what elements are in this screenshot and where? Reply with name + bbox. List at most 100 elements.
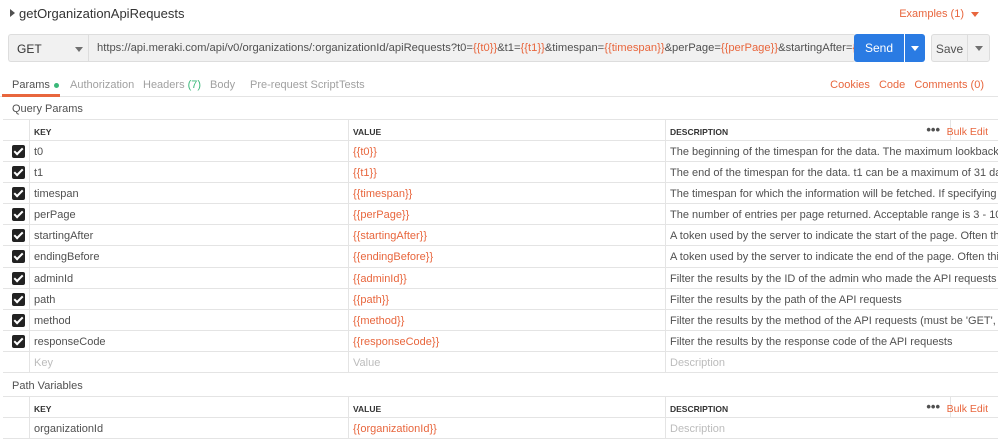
header-value-label: VALUE (353, 127, 382, 137)
param-description[interactable]: The timespan for which the information w… (665, 183, 998, 204)
param-description[interactable]: The number of entries per page returned.… (665, 204, 998, 225)
header-description-label: DESCRIPTION (670, 404, 729, 414)
table-row: t0 {{t0}} The beginning of the timespan fo… (3, 141, 998, 163)
param-description[interactable]: Filter the results by the path of the AP… (665, 288, 998, 309)
param-key[interactable]: path (29, 288, 348, 309)
cookies-link[interactable]: Cookies (830, 79, 870, 91)
save-button[interactable]: Save (931, 34, 967, 62)
param-value[interactable]: {{t1}} (348, 162, 665, 183)
table-header-row: KEY VALUE DESCRIPTION ••• Bulk Edit (3, 120, 998, 141)
param-key[interactable]: t0 (29, 141, 348, 162)
url-variable: {{t1}} (520, 42, 545, 54)
url-text: &t1= (497, 42, 521, 54)
tab-authorization[interactable]: Authorization (70, 79, 134, 91)
more-options-icon[interactable]: ••• (926, 399, 940, 414)
param-key[interactable]: startingAfter (29, 225, 348, 246)
header-value: VALUE (348, 397, 665, 417)
tab-tests[interactable]: Tests (339, 79, 365, 91)
path-variable-key[interactable]: organizationId (29, 418, 348, 439)
param-key[interactable]: perPage (29, 204, 348, 225)
tab-prerequest-script[interactable]: Pre-request Script (250, 79, 339, 91)
path-variable-description[interactable]: Description (665, 418, 998, 439)
new-value-input[interactable]: Value (348, 351, 665, 373)
bulk-edit-link[interactable]: Bulk Edit (947, 126, 988, 138)
request-name[interactable]: getOrganizationApiRequests (19, 6, 185, 21)
query-params-table: KEY VALUE DESCRIPTION ••• Bulk Edit t0{{… (3, 119, 998, 374)
method-select[interactable]: GET (8, 34, 88, 62)
checkbox-cell (3, 352, 29, 372)
param-value[interactable]: {{adminId}} (348, 267, 665, 288)
param-value[interactable]: {{method}} (348, 309, 665, 330)
param-description[interactable]: Filter the results by the response code … (665, 330, 998, 351)
table-row: perPage {{perPage}} The number of entries … (3, 204, 998, 226)
tab-body[interactable]: Body (210, 79, 235, 91)
param-key[interactable]: endingBefore (29, 246, 348, 267)
collapse-caret-icon[interactable] (10, 9, 15, 17)
checkbox-cell (3, 268, 29, 288)
checkbox-checked-icon[interactable] (12, 292, 25, 306)
url-text: &startingAfter= (778, 42, 853, 54)
checkbox-checked-icon[interactable] (12, 250, 25, 264)
url-input[interactable]: https://api.meraki.com/api/v0/organizati… (88, 34, 856, 62)
checkbox-checked-icon[interactable] (12, 145, 25, 158)
new-description-input[interactable]: Description (665, 351, 998, 373)
param-description[interactable]: The beginning of the timespan for the da… (665, 141, 998, 162)
param-description[interactable]: A token used by the server to indicate t… (665, 246, 998, 267)
param-value[interactable]: {{perPage}} (348, 204, 665, 225)
tab-headers-label: Headers (143, 79, 185, 91)
checkbox-checked-icon[interactable] (12, 166, 25, 180)
chevron-down-icon (75, 47, 83, 52)
new-param-row: Key Value Description (3, 351, 998, 374)
checkbox-cell (3, 331, 29, 351)
examples-caret-icon[interactable] (971, 12, 979, 17)
param-value[interactable]: {{endingBefore}} (348, 246, 665, 267)
checkbox-checked-icon[interactable] (12, 229, 25, 243)
code-link[interactable]: Code (879, 79, 905, 91)
param-key[interactable]: t1 (29, 162, 348, 183)
request-title-bar: getOrganizationApiRequests Examples (1) (0, 0, 998, 28)
param-key[interactable]: timespan (29, 183, 348, 204)
send-options-button[interactable] (905, 34, 925, 62)
path-variables-title: Path Variables (12, 380, 83, 392)
more-options-icon[interactable]: ••• (926, 122, 940, 137)
path-variables-table: KEY VALUE DESCRIPTION ••• Bulk Edit orga… (3, 396, 998, 440)
param-value[interactable]: {{t0}} (348, 141, 665, 162)
header-description: DESCRIPTION ••• Bulk Edit (665, 397, 998, 417)
param-description[interactable]: A token used by the server to indicate t… (665, 225, 998, 246)
url-text: &perPage= (664, 42, 721, 54)
checkbox-checked-icon[interactable] (12, 271, 25, 285)
checkbox-checked-icon[interactable] (12, 313, 25, 327)
save-options-button[interactable] (967, 34, 990, 62)
param-value[interactable]: {{timespan}} (348, 183, 665, 204)
table-row: path {{path}} Filter the results by the pa… (3, 288, 998, 310)
param-key[interactable]: method (29, 309, 348, 330)
checkbox-checked-icon[interactable] (12, 334, 25, 348)
param-description[interactable]: Filter the results by the ID of the admi… (665, 267, 998, 288)
checkbox-checked-icon[interactable] (12, 208, 25, 222)
new-key-input[interactable]: Key (29, 351, 348, 373)
bulk-edit-link[interactable]: Bulk Edit (947, 403, 988, 415)
param-description[interactable]: The end of the timespan for the data. t1… (665, 162, 998, 183)
param-key[interactable]: responseCode (29, 330, 348, 351)
comments-link[interactable]: Comments (0) (914, 79, 984, 91)
send-button[interactable]: Send (854, 34, 904, 62)
headers-count: (7) (187, 79, 202, 91)
tab-params[interactable]: Params (12, 79, 59, 91)
path-variable-value[interactable]: {{organizationId}} (348, 418, 665, 439)
checkbox-cell (3, 310, 29, 330)
url-variable: {{perPage}} (720, 42, 779, 54)
active-tab-indicator (2, 94, 60, 97)
param-value[interactable]: {{path}} (348, 288, 665, 309)
table-row: adminId {{adminId}} Filter the results by … (3, 267, 998, 289)
tab-headers[interactable]: Headers (7) (143, 79, 201, 91)
param-key[interactable]: adminId (29, 267, 348, 288)
url-variable: {{t0}} (472, 42, 498, 54)
checkbox-checked-icon[interactable] (12, 187, 25, 201)
examples-dropdown[interactable]: Examples (1) (899, 8, 964, 20)
header-checkbox-cell (3, 397, 29, 417)
url-text: https://api.meraki.com/api/v0/organizati… (97, 42, 473, 54)
param-value[interactable]: {{responseCode}} (348, 330, 665, 351)
param-value[interactable]: {{startingAfter}} (348, 225, 665, 246)
request-bar: GET https://api.meraki.com/api/v0/organi… (8, 34, 990, 62)
param-description[interactable]: Filter the results by the method of the … (665, 309, 998, 330)
